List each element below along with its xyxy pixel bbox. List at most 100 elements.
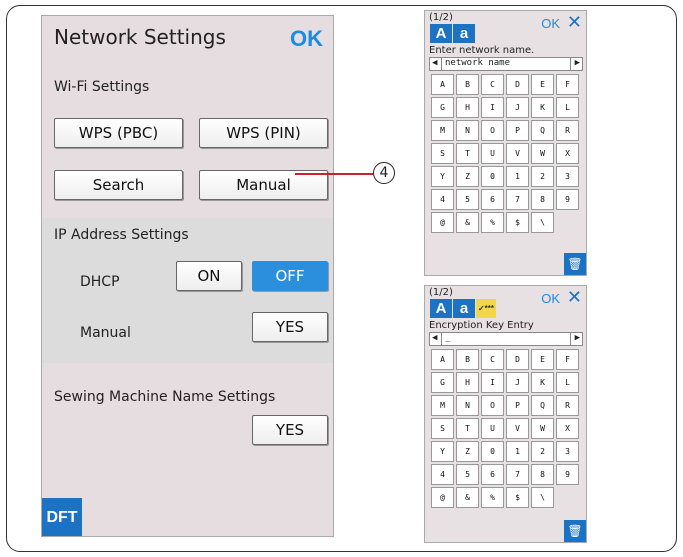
key-button[interactable]: X [556, 143, 579, 164]
key-button[interactable]: 6 [481, 464, 504, 485]
manual-ip-yes-button[interactable]: YES [252, 312, 328, 342]
key-button[interactable]: N [456, 395, 479, 416]
key-button[interactable]: Y [431, 166, 454, 187]
key-button[interactable]: B [456, 349, 479, 370]
key-button[interactable]: R [556, 120, 579, 141]
key-button[interactable]: N [456, 120, 479, 141]
key-button[interactable]: C [481, 74, 504, 95]
key-button[interactable]: 9 [556, 189, 579, 210]
cursor-right-icon[interactable]: ▶ [575, 58, 580, 68]
text-input-field[interactable]: ◀ network name ▶ [429, 57, 583, 71]
key-button[interactable]: 1 [506, 441, 529, 462]
ok-button[interactable]: OK [541, 291, 560, 306]
delete-icon[interactable]: 🗑 [564, 253, 586, 275]
key-button[interactable]: H [456, 97, 479, 118]
key-button[interactable]: 9 [556, 464, 579, 485]
key-button[interactable]: R [556, 395, 579, 416]
key-button[interactable]: L [556, 372, 579, 393]
key-button[interactable]: J [506, 372, 529, 393]
key-button[interactable]: K [531, 372, 554, 393]
key-button[interactable]: D [506, 74, 529, 95]
key-button[interactable]: M [431, 395, 454, 416]
lowercase-button[interactable]: a [453, 24, 475, 43]
key-button[interactable]: Z [456, 166, 479, 187]
key-button[interactable]: S [431, 418, 454, 439]
machine-name-yes-button[interactable]: YES [252, 415, 328, 445]
key-button[interactable]: A [431, 74, 454, 95]
key-button[interactable]: F [556, 349, 579, 370]
uppercase-button[interactable]: A [430, 299, 452, 318]
key-button[interactable]: @ [431, 487, 454, 508]
key-button[interactable]: 0 [481, 166, 504, 187]
key-button[interactable]: 5 [456, 189, 479, 210]
ok-button[interactable]: OK [290, 26, 323, 52]
key-button[interactable]: P [506, 120, 529, 141]
key-button[interactable]: Q [531, 120, 554, 141]
key-button[interactable]: C [481, 349, 504, 370]
key-button[interactable]: O [481, 120, 504, 141]
key-button[interactable]: W [531, 418, 554, 439]
key-button[interactable]: 0 [481, 441, 504, 462]
key-button[interactable]: 3 [556, 441, 579, 462]
key-button[interactable]: Y [431, 441, 454, 462]
key-button[interactable]: % [481, 212, 504, 233]
key-button[interactable]: D [506, 349, 529, 370]
key-button[interactable]: % [481, 487, 504, 508]
key-button[interactable]: 8 [531, 464, 554, 485]
key-button[interactable]: 4 [431, 464, 454, 485]
key-button[interactable]: 6 [481, 189, 504, 210]
uppercase-button[interactable]: A [430, 24, 452, 43]
delete-icon[interactable]: 🗑 [564, 520, 586, 542]
key-button[interactable]: 2 [531, 441, 554, 462]
key-button[interactable]: W [531, 143, 554, 164]
key-button[interactable]: A [431, 349, 454, 370]
cursor-left-icon[interactable]: ◀ [432, 333, 437, 343]
key-button[interactable]: K [531, 97, 554, 118]
key-button[interactable]: B [456, 74, 479, 95]
cursor-right-icon[interactable]: ▶ [575, 333, 580, 343]
key-button[interactable]: I [481, 372, 504, 393]
key-button[interactable]: 8 [531, 189, 554, 210]
key-button[interactable]: F [556, 74, 579, 95]
key-button[interactable]: O [481, 395, 504, 416]
key-button[interactable]: Q [531, 395, 554, 416]
manual-wifi-button[interactable]: Manual [199, 170, 328, 200]
text-input-field[interactable]: ◀ _ ▶ [429, 332, 583, 346]
key-button[interactable]: M [431, 120, 454, 141]
cursor-left-icon[interactable]: ◀ [432, 58, 437, 68]
close-icon[interactable]: ✕ [567, 12, 582, 33]
close-icon[interactable]: ✕ [567, 287, 582, 308]
key-button[interactable]: & [456, 487, 479, 508]
key-button[interactable]: H [456, 372, 479, 393]
key-button[interactable]: E [531, 74, 554, 95]
ok-button[interactable]: OK [541, 16, 560, 31]
dft-button[interactable]: DFT [42, 498, 82, 536]
key-button[interactable]: E [531, 349, 554, 370]
key-button[interactable]: X [556, 418, 579, 439]
key-button[interactable]: \ [531, 487, 554, 508]
key-button[interactable]: G [431, 372, 454, 393]
dhcp-on-button[interactable]: ON [176, 261, 242, 291]
key-button[interactable]: 1 [506, 166, 529, 187]
key-button[interactable]: U [481, 143, 504, 164]
key-button[interactable]: Z [456, 441, 479, 462]
mask-toggle-icon[interactable]: ✓*** [476, 299, 496, 318]
key-button[interactable]: 2 [531, 166, 554, 187]
key-button[interactable]: \ [531, 212, 554, 233]
lowercase-button[interactable]: a [453, 299, 475, 318]
key-button[interactable]: 5 [456, 464, 479, 485]
key-button[interactable]: 7 [506, 189, 529, 210]
key-button[interactable]: 3 [556, 166, 579, 187]
dhcp-off-button[interactable]: OFF [252, 261, 328, 291]
key-button[interactable]: P [506, 395, 529, 416]
key-button[interactable]: I [481, 97, 504, 118]
search-button[interactable]: Search [54, 170, 183, 200]
key-button[interactable]: U [481, 418, 504, 439]
key-button[interactable]: T [456, 143, 479, 164]
wps-pbc-button[interactable]: WPS (PBC) [54, 118, 183, 148]
key-button[interactable]: V [506, 418, 529, 439]
key-button[interactable]: 4 [431, 189, 454, 210]
key-button[interactable]: V [506, 143, 529, 164]
key-button[interactable]: G [431, 97, 454, 118]
key-button[interactable]: L [556, 97, 579, 118]
